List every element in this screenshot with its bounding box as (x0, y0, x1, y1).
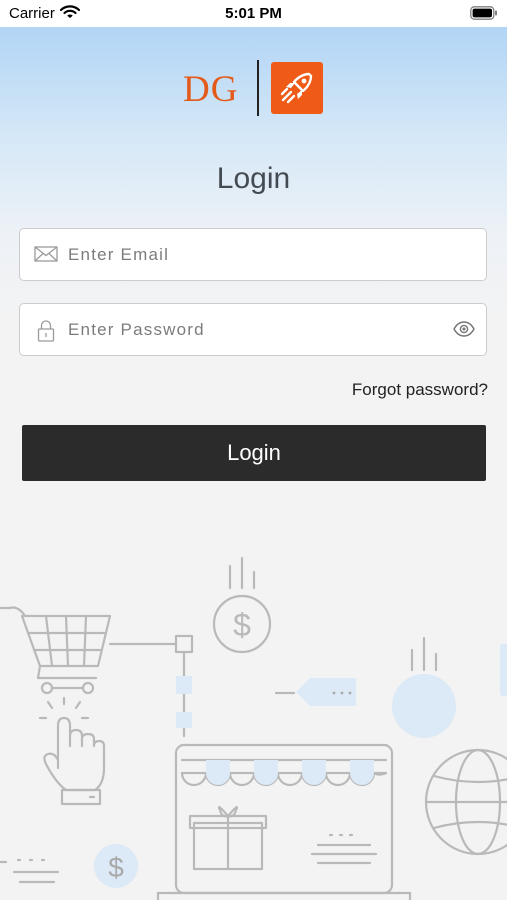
show-password-icon[interactable] (453, 320, 475, 343)
small-coin-dollar-sign: $ (108, 852, 124, 883)
battery-icon (470, 6, 498, 25)
app-logo: DG (183, 58, 325, 118)
envelope-icon (34, 243, 58, 270)
ball-icon (410, 636, 438, 672)
rocket-logo-icon (271, 62, 323, 114)
password-input[interactable] (68, 304, 448, 355)
connector-block-1 (176, 676, 192, 694)
ecommerce-illustration: $ $ (0, 556, 507, 900)
password-field-container (19, 303, 487, 356)
edge-card-shape (500, 644, 507, 696)
email-field-container (19, 228, 487, 281)
price-tag-shape (296, 678, 356, 706)
blue-ball-shape (392, 674, 456, 738)
coin-dollar-sign: $ (233, 607, 251, 643)
connector-block-2 (176, 712, 192, 728)
globe-icon (424, 748, 507, 856)
email-input[interactable] (68, 229, 448, 280)
shopping-cart-icon (0, 606, 178, 695)
logo-divider (257, 60, 259, 116)
forgot-password-link[interactable]: Forgot password? (352, 380, 488, 400)
tapping-hand-icon (38, 696, 106, 806)
page-title: Login (216, 162, 291, 195)
logo-text: DG (183, 69, 239, 110)
login-button[interactable]: Login (22, 425, 486, 481)
text-lines-icon (0, 858, 60, 884)
status-time: 5:01 PM (225, 5, 282, 22)
lock-icon (34, 318, 58, 347)
status-bar: Carrier 5:01 PM (0, 0, 507, 27)
